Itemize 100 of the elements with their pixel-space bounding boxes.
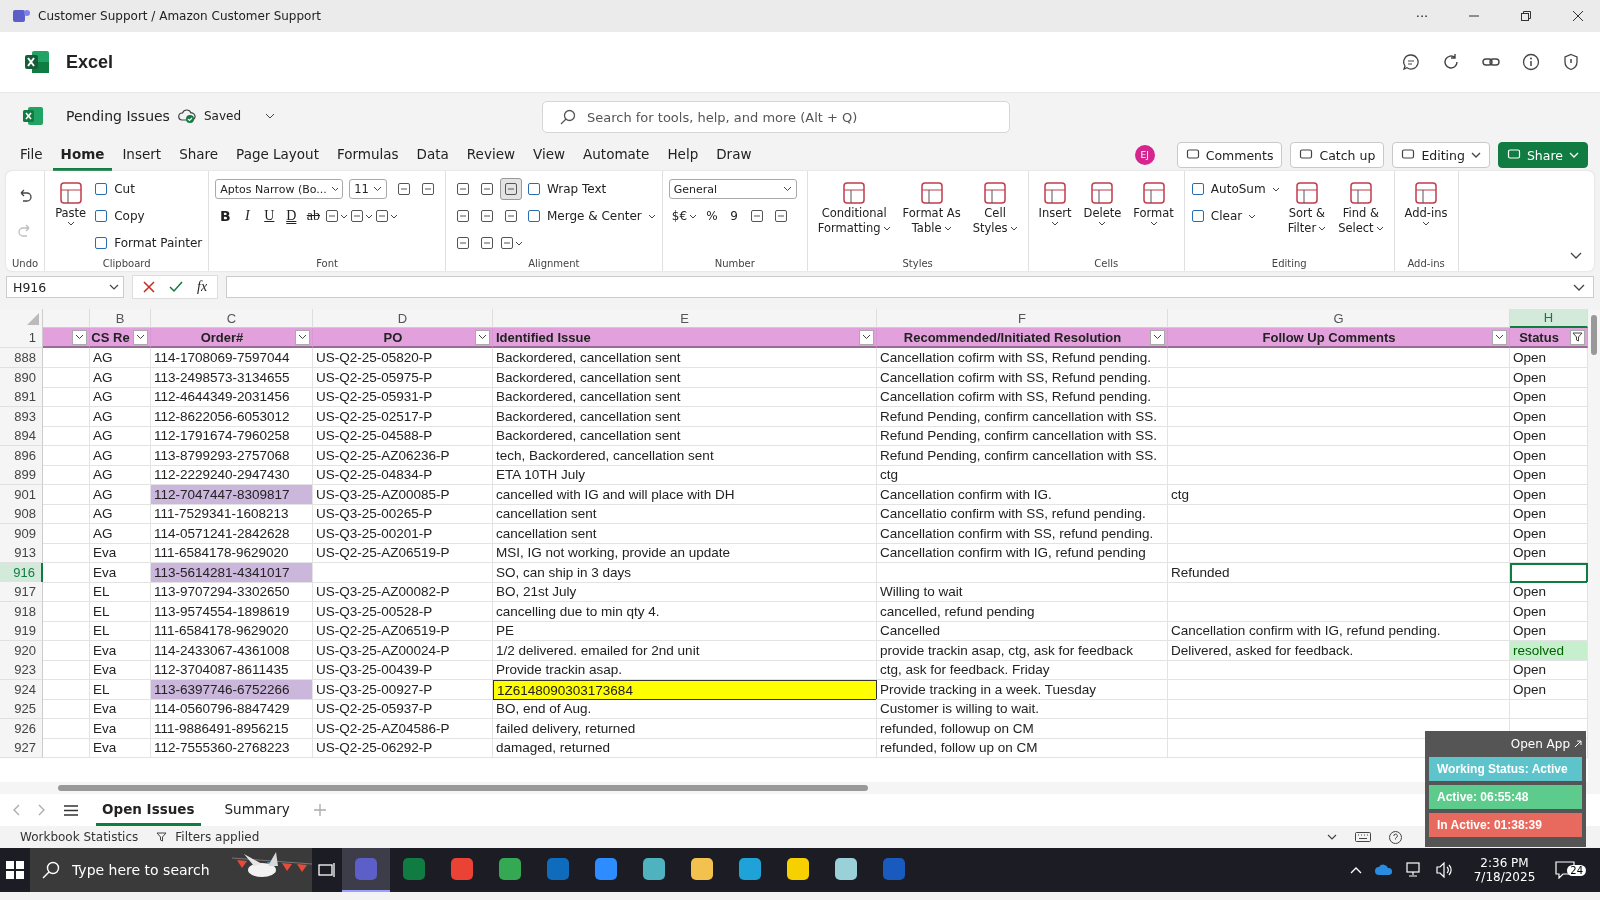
ribbon-button[interactable]: Wrap Text [526, 177, 607, 201]
underline-button[interactable]: U [259, 205, 280, 227]
windows-icon[interactable] [6, 861, 24, 879]
open-app-link[interactable]: Open App [1510, 735, 1582, 753]
ribbon-button[interactable]: Format Painter [94, 231, 203, 255]
ribbon-button[interactable]: Paste [51, 177, 91, 226]
ribbon-tab[interactable]: Automate [575, 139, 658, 171]
table-cell: US-Q3-25-00439-P [313, 660, 493, 680]
caret-icon [1051, 221, 1060, 226]
ribbon-button[interactable]: Cut [94, 177, 135, 201]
ribbon-button[interactable]: Format As Table [898, 177, 965, 235]
table-cell: US-Q2-25-AZ06519-P [313, 543, 493, 563]
ribbon-button[interactable]: AutoSum [1190, 177, 1280, 201]
ribbon-tab[interactable]: Data [408, 139, 457, 171]
timer-status: Working Status: Active [1429, 757, 1582, 781]
square-icon [919, 181, 944, 205]
number-format-button[interactable]: $€ [668, 205, 701, 227]
task-view-icon[interactable] [318, 862, 336, 878]
ribbon-tab[interactable]: Page Layout [228, 139, 327, 171]
strikethrough-button[interactable]: ab [303, 205, 324, 227]
action-button[interactable]: Editing [1392, 142, 1490, 168]
user-avatar[interactable]: EJ [1134, 145, 1155, 165]
number-format-button[interactable]: % [702, 205, 723, 227]
table-cell: Backordered, cancellation sent [493, 367, 877, 388]
table-cell: 113-9707294-3302650 [151, 582, 313, 602]
ribbon-tab[interactable]: Formulas [328, 139, 407, 171]
filter-button[interactable] [1570, 329, 1585, 345]
chevron-up-icon[interactable] [1349, 866, 1362, 874]
sheet-tab[interactable]: Summary [218, 794, 296, 826]
action-button[interactable]: Comments [1176, 142, 1283, 168]
ribbon-button[interactable]: Add-ins [1400, 177, 1452, 226]
ribbon-tab[interactable]: Help [659, 139, 707, 171]
number-format-button[interactable]: 9 [724, 205, 745, 227]
ribbon-button[interactable]: Conditional Formatting [813, 177, 895, 235]
ribbon-dropdown[interactable]: General [668, 179, 797, 199]
column-letter[interactable]: H [1510, 309, 1588, 328]
filter-button[interactable] [295, 329, 310, 345]
action-button[interactable]: Catch up [1290, 142, 1385, 168]
chevron-down-icon[interactable] [265, 113, 275, 119]
ribbon-button[interactable]: Merge & Center [526, 204, 656, 228]
ribbon-tab[interactable]: Draw [708, 139, 760, 171]
filter-button[interactable] [72, 329, 87, 345]
row-number: 908 [0, 504, 43, 524]
square-icon [1190, 209, 1205, 223]
search-field[interactable]: Search for tools, help, and more (Alt + Q) [542, 101, 1010, 133]
ribbon-button[interactable]: Cell Styles [968, 177, 1022, 235]
info-icon[interactable] [1522, 53, 1540, 71]
ribbon-tab[interactable]: Review [458, 139, 523, 171]
help-icon[interactable] [1389, 830, 1402, 844]
ribbon-button[interactable]: Insert [1034, 177, 1076, 226]
ribbon-dropdown[interactable]: Aptos Narrow (Bo... [215, 179, 344, 199]
action-button[interactable]: Share [1497, 142, 1588, 168]
ribbon-button[interactable]: Sort & Filter [1283, 177, 1331, 235]
chevron-down-icon[interactable] [1570, 252, 1582, 259]
refresh-icon[interactable] [1442, 53, 1460, 71]
ribbon-dropdown[interactable]: 11 [349, 179, 387, 199]
caret-icon [1422, 221, 1431, 226]
ribbon-tab[interactable]: File [12, 139, 51, 171]
ribbon-tab[interactable]: Insert [114, 139, 170, 171]
cloud-icon[interactable] [1373, 864, 1394, 876]
ribbon-button[interactable]: Delete [1079, 177, 1126, 226]
clock-time[interactable]: 2:36 PM [1480, 856, 1529, 870]
chat-icon[interactable] [1402, 53, 1420, 71]
cloud-check-icon [177, 108, 196, 124]
ribbon-tab[interactable]: Share [171, 139, 227, 171]
italic-button[interactable]: I [237, 205, 258, 227]
shield-icon[interactable] [1562, 53, 1580, 71]
ribbon-button[interactable]: Clear [1190, 204, 1257, 228]
filter-button[interactable] [1150, 329, 1165, 345]
chevron-down-icon[interactable] [1327, 834, 1337, 840]
filter-button[interactable] [859, 329, 874, 345]
caret-icon [1098, 221, 1107, 226]
close-icon [1573, 11, 1583, 21]
table-cell: 113-8799293-2757068 [151, 445, 313, 466]
workbook-statistics-button[interactable]: Workbook Statistics [20, 830, 139, 844]
name-box[interactable]: H916 [6, 276, 124, 298]
double-underline-button[interactable]: D [281, 205, 302, 227]
filter-button[interactable] [475, 329, 490, 345]
toolbar-button[interactable] [499, 178, 522, 200]
filter-button[interactable] [1492, 329, 1507, 345]
row-number: 919 [0, 621, 43, 641]
more-button[interactable]: ··· [1400, 0, 1444, 32]
bold-button[interactable]: B [215, 205, 236, 227]
ribbon-button[interactable]: Find & Select [1334, 177, 1388, 235]
table-cell: Eva [90, 660, 151, 680]
insert-function-button[interactable]: fx [197, 279, 208, 295]
keyboard-icon[interactable] [1355, 832, 1371, 842]
document-name[interactable]: Pending Issues [66, 108, 170, 124]
table-cell [43, 660, 90, 680]
ribbon-button[interactable]: Copy [94, 204, 145, 228]
clock-date[interactable]: 7/18/2025 [1473, 870, 1536, 884]
speaker-icon[interactable] [1435, 862, 1454, 878]
cancel-icon[interactable] [143, 281, 155, 293]
sheet-tab[interactable]: Open Issues [96, 794, 201, 826]
menu-icon[interactable] [64, 804, 78, 816]
ribbon-button[interactable]: Format [1129, 177, 1178, 226]
ribbon-tab[interactable]: View [525, 139, 574, 171]
filter-button[interactable] [133, 329, 148, 345]
checkmark-icon[interactable] [169, 281, 183, 293]
formula-field[interactable] [226, 276, 1594, 298]
